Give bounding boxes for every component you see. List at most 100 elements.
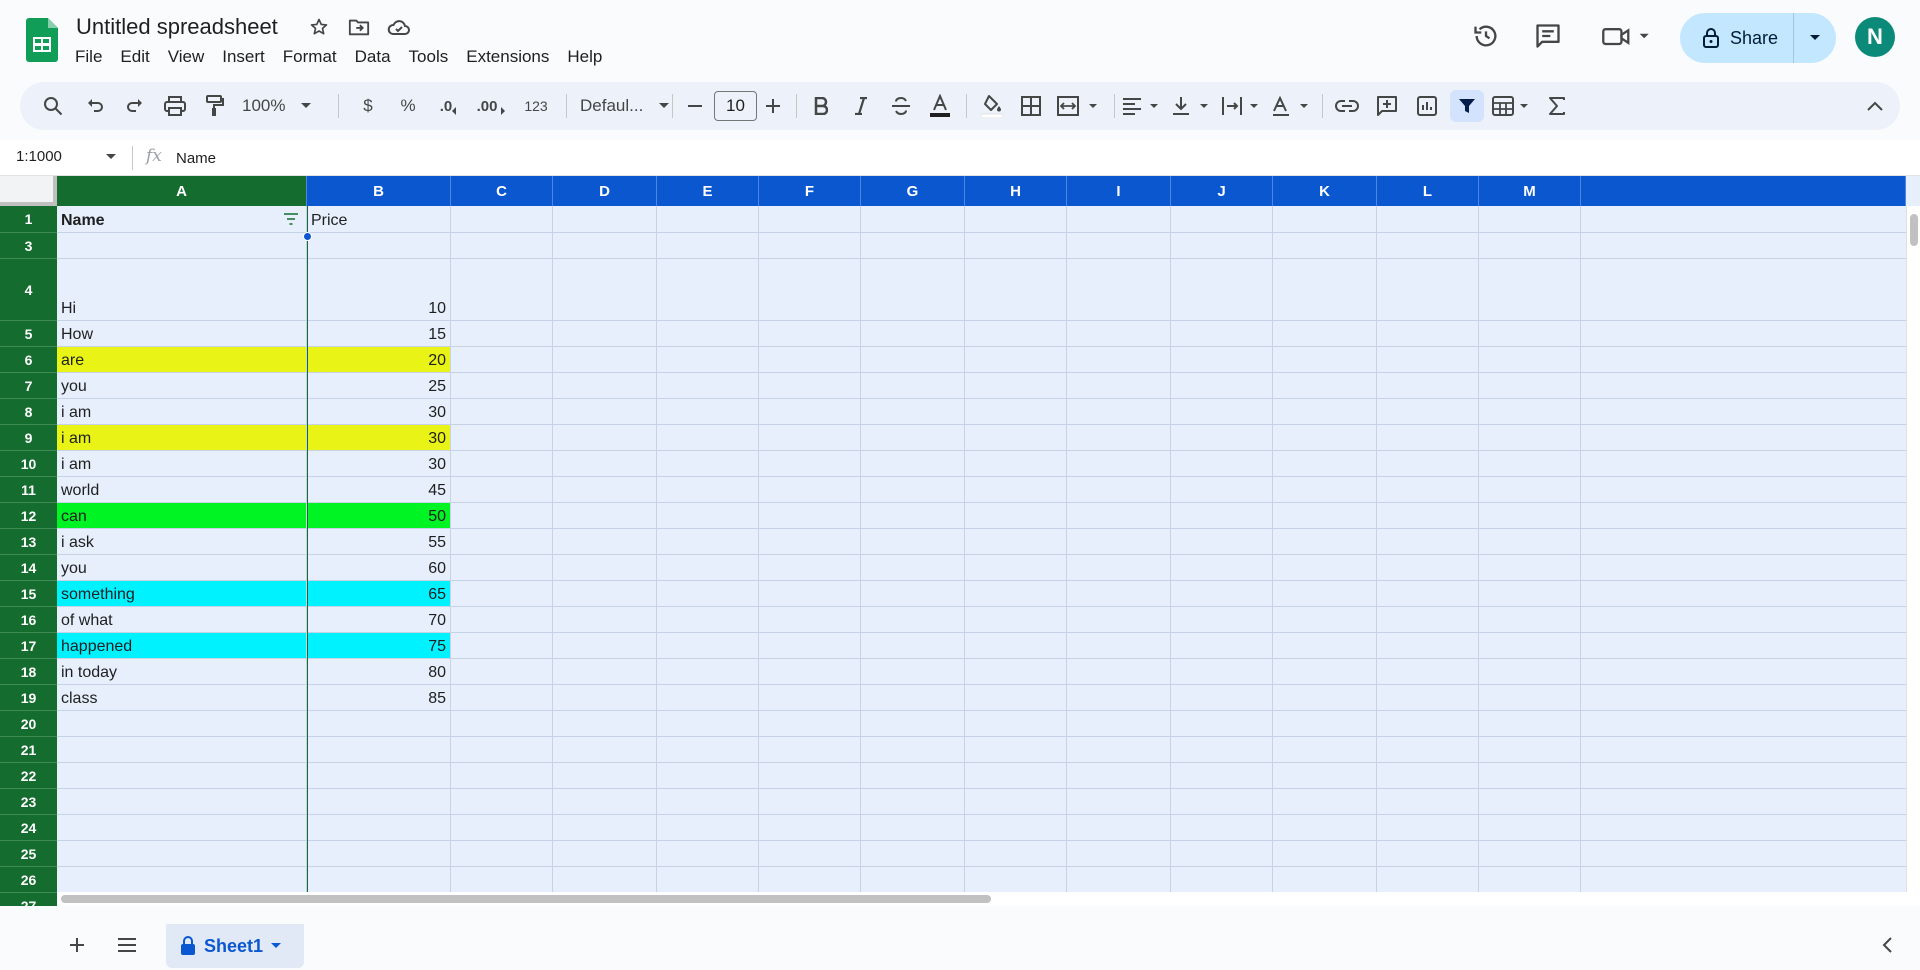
cell-A13[interactable]: i ask (57, 529, 307, 555)
column-filter-icon[interactable] (283, 212, 301, 226)
row-header-9[interactable]: 9 (0, 425, 57, 451)
text-wrapping-icon[interactable] (1220, 90, 1264, 122)
row-header-18[interactable]: 18 (0, 659, 57, 685)
row-header-19[interactable]: 19 (0, 685, 57, 711)
row-header-25[interactable]: 25 (0, 841, 57, 867)
column-header-f[interactable]: F (759, 176, 861, 206)
font-size-input[interactable]: 10 (714, 91, 757, 121)
row-header-17[interactable]: 17 (0, 633, 57, 659)
menu-format[interactable]: Format (274, 46, 346, 68)
search-icon[interactable] (38, 90, 68, 122)
add-sheet-icon[interactable] (62, 930, 92, 960)
sheet-tab-sheet1[interactable]: Sheet1 (166, 924, 304, 968)
cell-A1[interactable]: Name (57, 206, 307, 233)
cell-A14[interactable]: you (57, 555, 307, 581)
cell-B8[interactable]: 30 (307, 399, 451, 425)
menu-file[interactable]: File (66, 46, 111, 68)
row-header-8[interactable]: 8 (0, 399, 57, 425)
menu-view[interactable]: View (159, 46, 214, 68)
row-header-14[interactable]: 14 (0, 555, 57, 581)
column-header-i[interactable]: I (1067, 176, 1171, 206)
decrease-decimal-button[interactable]: .0 (434, 90, 466, 122)
row-header-21[interactable]: 21 (0, 737, 57, 763)
format-percent-button[interactable]: % (394, 90, 422, 122)
collapse-toolbar-chevron-icon[interactable] (1860, 90, 1890, 122)
cell-A6[interactable]: are (57, 347, 307, 373)
cell-A20[interactable] (57, 711, 307, 737)
more-formats-button[interactable]: 123 (516, 90, 556, 122)
all-sheets-menu-icon[interactable] (112, 930, 142, 960)
vertical-align-icon[interactable] (1170, 90, 1214, 122)
cell-A3[interactable] (57, 233, 307, 259)
cell-B21[interactable] (307, 737, 451, 763)
column-header-a[interactable]: A (57, 176, 307, 206)
fill-color-icon[interactable] (976, 90, 1008, 122)
insert-comment-icon[interactable] (1372, 90, 1402, 122)
share-button[interactable]: Share (1680, 13, 1794, 63)
column-header-d[interactable]: D (553, 176, 657, 206)
vertical-scrollbar[interactable] (1906, 206, 1920, 906)
cell-A11[interactable]: world (57, 477, 307, 503)
strikethrough-icon[interactable] (886, 90, 916, 122)
cloud-saved-icon[interactable] (386, 14, 412, 40)
row-header-5[interactable]: 5 (0, 321, 57, 347)
row-header-13[interactable]: 13 (0, 529, 57, 555)
name-box-chevron-icon[interactable] (106, 154, 116, 160)
bold-icon[interactable] (806, 90, 836, 122)
menu-tools[interactable]: Tools (400, 46, 458, 68)
cell-A26[interactable] (57, 867, 307, 893)
fill-handle[interactable] (303, 232, 312, 241)
spreadsheet-grid[interactable]: A B C D E F G H I J K L M 1 Name Price 3 4 Hi 10 5 How 15 6 are 2… (0, 176, 1920, 906)
text-color-icon[interactable] (924, 90, 956, 122)
menu-edit[interactable]: Edit (111, 46, 158, 68)
insert-chart-icon[interactable] (1412, 90, 1442, 122)
functions-sigma-icon[interactable] (1542, 90, 1572, 122)
name-box[interactable]: 1:1000 (16, 148, 62, 165)
cell-B18[interactable]: 80 (307, 659, 451, 685)
cell-B15[interactable]: 65 (307, 581, 451, 607)
column-header-h[interactable]: H (965, 176, 1067, 206)
menu-data[interactable]: Data (346, 46, 400, 68)
increase-font-size-icon[interactable] (760, 90, 786, 122)
merge-cells-icon[interactable] (1054, 90, 1104, 122)
undo-icon[interactable] (80, 90, 110, 122)
cell-B9[interactable]: 30 (307, 425, 451, 451)
cell-B25[interactable] (307, 841, 451, 867)
filter-icon[interactable] (1450, 90, 1484, 122)
document-title[interactable]: Untitled spreadsheet (76, 14, 278, 40)
row-header-11[interactable]: 11 (0, 477, 57, 503)
cell-A18[interactable]: in today (57, 659, 307, 685)
column-header-l[interactable]: L (1377, 176, 1479, 206)
version-history-icon[interactable] (1468, 18, 1504, 54)
cell-B3[interactable] (307, 233, 451, 259)
menu-insert[interactable]: Insert (213, 46, 274, 68)
move-folder-icon[interactable] (346, 14, 372, 40)
cell-B14[interactable]: 60 (307, 555, 451, 581)
horizontal-align-icon[interactable] (1120, 90, 1164, 122)
column-header-b[interactable]: B (307, 176, 451, 206)
row-header-26[interactable]: 26 (0, 867, 57, 893)
cell-A24[interactable] (57, 815, 307, 841)
cell-B10[interactable]: 30 (307, 451, 451, 477)
cell-B7[interactable]: 25 (307, 373, 451, 399)
row-header-16[interactable]: 16 (0, 607, 57, 633)
cell-A7[interactable]: you (57, 373, 307, 399)
row-header-6[interactable]: 6 (0, 347, 57, 373)
row-header-24[interactable]: 24 (0, 815, 57, 841)
row-header-3[interactable]: 3 (0, 233, 57, 259)
row-header-12[interactable]: 12 (0, 503, 57, 529)
horizontal-scrollbar[interactable] (57, 892, 1920, 906)
cell-B24[interactable] (307, 815, 451, 841)
column-header-m[interactable]: M (1479, 176, 1581, 206)
cell-A23[interactable] (57, 789, 307, 815)
cell-A19[interactable]: class (57, 685, 307, 711)
formula-input[interactable]: Name (176, 150, 216, 167)
comments-icon[interactable] (1530, 18, 1566, 54)
cell-A9[interactable]: i am (57, 425, 307, 451)
cell-B5[interactable]: 15 (307, 321, 451, 347)
borders-icon[interactable] (1016, 90, 1046, 122)
menu-extensions[interactable]: Extensions (457, 46, 558, 68)
cell-B22[interactable] (307, 763, 451, 789)
cell-B23[interactable] (307, 789, 451, 815)
star-icon[interactable] (306, 14, 332, 40)
